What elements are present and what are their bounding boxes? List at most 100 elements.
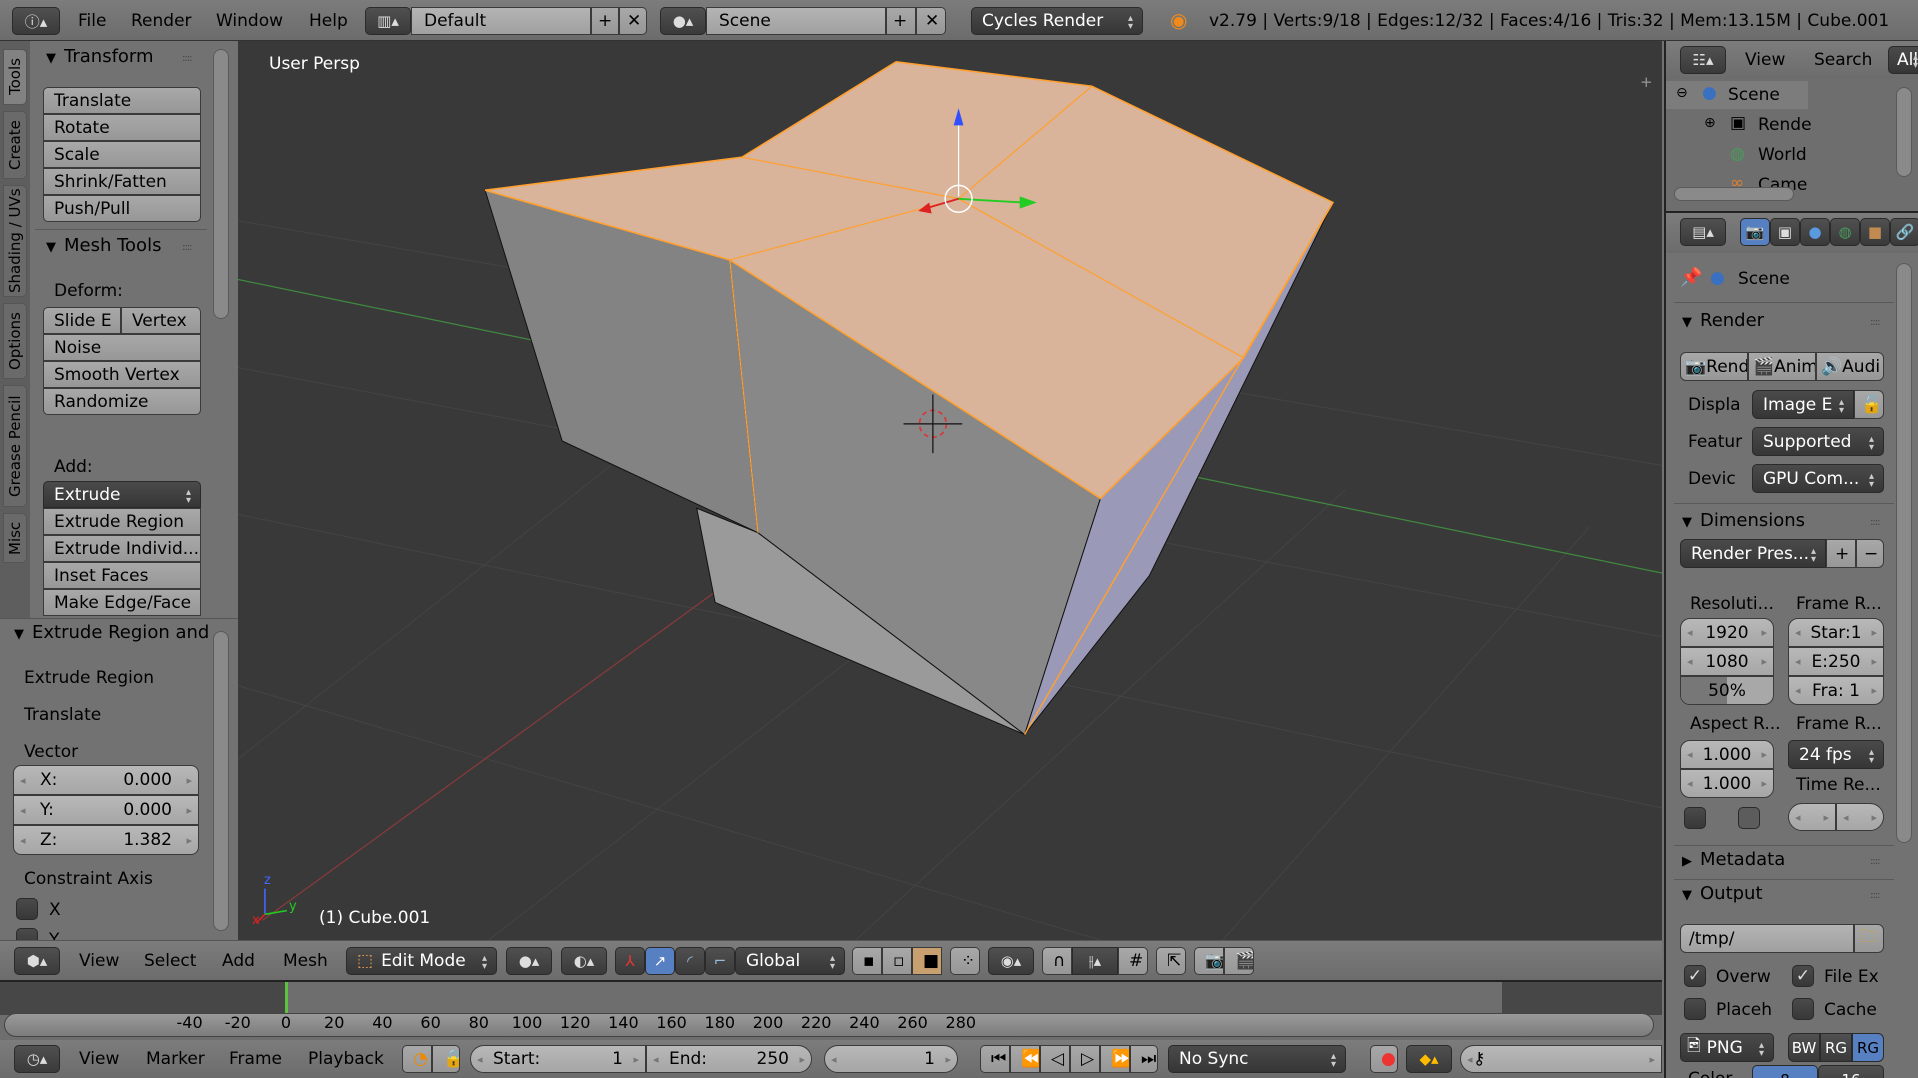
auto-keying-button[interactable]: ● bbox=[1370, 1045, 1398, 1073]
outliner-vertical-scrollbar[interactable] bbox=[1896, 87, 1912, 177]
vector-y-field[interactable]: Y: 0.000 bbox=[13, 795, 199, 825]
dimensions-panel-header[interactable]: ▼ Dimensions bbox=[1682, 510, 1805, 531]
jump-end-button[interactable]: ⏭ bbox=[1130, 1045, 1158, 1073]
tab-grease-pencil[interactable]: Grease Pencil bbox=[3, 385, 27, 507]
play-button[interactable]: ▷ bbox=[1070, 1045, 1100, 1073]
render-animation-button[interactable]: 🎬 Anim bbox=[1748, 352, 1816, 381]
noise-button[interactable]: Noise bbox=[43, 334, 201, 361]
color-mode-bw[interactable]: BW bbox=[1788, 1033, 1820, 1062]
opengl-render-image-button[interactable]: 📷 bbox=[1194, 947, 1224, 975]
properties-scrollbar[interactable] bbox=[1896, 263, 1912, 843]
sync-dropdown[interactable]: No Sync bbox=[1168, 1045, 1346, 1073]
menu-select[interactable]: Select bbox=[144, 951, 196, 971]
layout-icon[interactable]: ▥▴ bbox=[365, 7, 411, 35]
mesh-tools-panel-header[interactable]: ▼ Mesh Tools bbox=[46, 235, 161, 256]
face-select-button[interactable]: ■ bbox=[912, 947, 942, 975]
push-pull-button[interactable]: Push/Pull bbox=[43, 195, 201, 222]
aspect-y-field[interactable]: 1.000 bbox=[1680, 769, 1774, 798]
outliner-menu-view[interactable]: View bbox=[1745, 50, 1785, 70]
file-format-dropdown[interactable]: 🖻 PNG bbox=[1680, 1033, 1774, 1062]
current-frame-field[interactable]: 1 bbox=[824, 1045, 958, 1073]
menu-view[interactable]: View bbox=[79, 951, 119, 971]
overwrite-checkbox[interactable]: ✓ bbox=[1684, 965, 1706, 987]
current-frame-indicator[interactable] bbox=[285, 982, 288, 1015]
add-preset-button[interactable]: + bbox=[1826, 539, 1856, 568]
aspect-x-field[interactable]: 1.000 bbox=[1680, 740, 1774, 769]
placeholders-checkbox[interactable] bbox=[1684, 998, 1706, 1020]
context-object-tab[interactable]: ■ bbox=[1860, 218, 1890, 246]
color-depth-16[interactable]: 16 bbox=[1818, 1065, 1884, 1078]
rotate-manipulator-button[interactable]: ◜ bbox=[675, 947, 705, 975]
feature-set-dropdown[interactable]: Supported bbox=[1752, 427, 1884, 456]
jump-start-button[interactable]: ⏮ bbox=[980, 1045, 1010, 1073]
menu-window[interactable]: Window bbox=[216, 11, 283, 31]
frame-step-field[interactable]: Fra: 1 bbox=[1788, 676, 1884, 705]
manipulator-toggle-button[interactable]: ⅄ bbox=[615, 947, 645, 975]
scale-manipulator-button[interactable]: ⌐ bbox=[705, 947, 735, 975]
lock-range-button[interactable]: 🔒 bbox=[432, 1045, 460, 1073]
vertex-select-button[interactable]: ▪ bbox=[852, 947, 882, 975]
make-edge-face-button[interactable]: Make Edge/Face bbox=[43, 589, 201, 616]
snap-toggle-button[interactable]: ∩ bbox=[1042, 947, 1072, 975]
menu-render[interactable]: Render bbox=[131, 11, 192, 31]
metadata-panel-header[interactable]: ▶ Metadata bbox=[1682, 849, 1785, 870]
render-engine-dropdown[interactable]: Cycles Render bbox=[971, 7, 1143, 35]
display-mode-dropdown[interactable]: All bbox=[1888, 46, 1918, 74]
extrude-region-button[interactable]: Extrude Region bbox=[43, 508, 201, 535]
translate-manipulator-button[interactable]: ↗ bbox=[645, 947, 675, 975]
toggle-properties-plus-icon[interactable]: + bbox=[1640, 73, 1653, 91]
constraint-y-checkbox[interactable] bbox=[16, 928, 38, 940]
device-dropdown[interactable]: GPU Com... bbox=[1752, 464, 1884, 493]
shrink-fatten-button[interactable]: Shrink/Fatten bbox=[43, 168, 201, 195]
tab-misc[interactable]: Misc bbox=[3, 513, 27, 563]
resolution-y-field[interactable]: 1080 bbox=[1680, 647, 1774, 676]
scale-button[interactable]: Scale bbox=[43, 141, 201, 168]
context-constraints-tab[interactable]: 🔗 bbox=[1890, 218, 1918, 246]
color-mode-rgb[interactable]: RG bbox=[1820, 1033, 1852, 1062]
layout-delete-button[interactable]: ✕ bbox=[619, 7, 647, 35]
scene-icon[interactable]: ●▴ bbox=[660, 7, 706, 35]
outliner-item-world[interactable]: World bbox=[1758, 145, 1807, 165]
file-extensions-checkbox[interactable]: ✓ bbox=[1792, 965, 1814, 987]
extrude-dropdown[interactable]: Extrude bbox=[43, 481, 201, 508]
limit-selection-button[interactable]: ⁘ bbox=[950, 947, 980, 975]
play-reverse-button[interactable]: ◁ bbox=[1040, 1045, 1070, 1073]
snap-element-button[interactable]: ⫲▴ bbox=[1072, 947, 1118, 975]
constraint-x-checkbox[interactable] bbox=[16, 898, 38, 920]
extrude-individual-button[interactable]: Extrude Individ... bbox=[43, 535, 201, 562]
drag-grip-icon[interactable]: :::: bbox=[182, 53, 193, 64]
context-render-layers-tab[interactable]: ▣ bbox=[1770, 218, 1800, 246]
outliner-horizontal-scrollbar[interactable] bbox=[1674, 187, 1794, 201]
color-depth-8[interactable]: 8 bbox=[1752, 1065, 1818, 1078]
resolution-x-field[interactable]: 1920 bbox=[1680, 618, 1774, 647]
menu-marker[interactable]: Marker bbox=[146, 1049, 205, 1069]
editor-type-timeline-button[interactable]: ◷▴ bbox=[14, 1045, 60, 1073]
context-scene-tab[interactable]: ● bbox=[1800, 218, 1830, 246]
jump-keyframe-forward-button[interactable]: ⏩ bbox=[1100, 1045, 1130, 1073]
pin-icon[interactable]: 📌 bbox=[1680, 267, 1702, 288]
proportional-edit-button[interactable]: ◉▴ bbox=[988, 947, 1034, 975]
inset-faces-button[interactable]: Inset Faces bbox=[43, 562, 201, 589]
tab-tools[interactable]: Tools bbox=[3, 49, 27, 105]
output-panel-header[interactable]: ▼ Output bbox=[1682, 883, 1763, 904]
translate-button[interactable]: Translate bbox=[43, 87, 201, 114]
editor-type-info-button[interactable]: ⓘ▴ bbox=[12, 7, 60, 35]
viewport-scene[interactable] bbox=[238, 41, 1662, 940]
tab-shading-uvs[interactable]: Shading / UVs bbox=[3, 185, 27, 297]
mode-dropdown[interactable]: ⬚ Edit Mode bbox=[346, 947, 497, 975]
opengl-render-animation-button[interactable]: 🎬 bbox=[1224, 947, 1254, 975]
slide-vertex-button[interactable]: Vertex bbox=[121, 307, 201, 334]
render-audio-button[interactable]: 🔊 Audi bbox=[1816, 352, 1884, 381]
copy-attributes-button[interactable]: ⇱ bbox=[1156, 947, 1186, 975]
lock-interface-button[interactable]: 🔓 bbox=[1854, 390, 1884, 419]
resolution-percentage-slider[interactable]: 50% bbox=[1680, 676, 1774, 705]
crop-checkbox[interactable] bbox=[1738, 807, 1760, 829]
menu-file[interactable]: File bbox=[78, 11, 106, 31]
outliner-menu-search[interactable]: Search bbox=[1814, 50, 1872, 70]
keying-set-field[interactable]: ⚷ bbox=[1460, 1045, 1662, 1073]
context-world-tab[interactable]: ◍ bbox=[1830, 218, 1860, 246]
transform-panel-header[interactable]: ▼ Transform bbox=[46, 46, 154, 67]
tool-shelf-scrollbar[interactable] bbox=[213, 49, 229, 319]
menu-playback[interactable]: Playback bbox=[308, 1049, 384, 1069]
drag-grip-icon[interactable]: :::: bbox=[1870, 517, 1881, 528]
